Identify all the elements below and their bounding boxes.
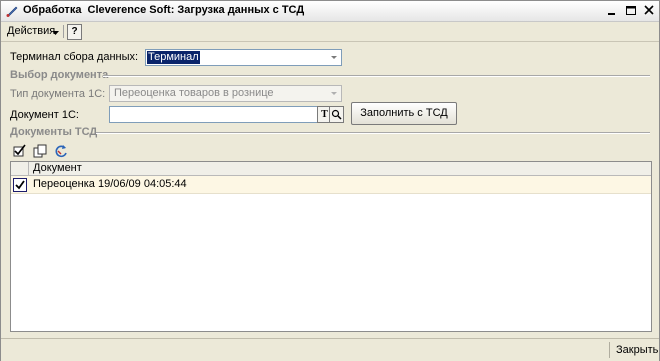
doc-select-section-title: Выбор документа [10,69,109,81]
doc-type-label: Тип документа 1С: [10,88,106,100]
close-icon[interactable] [642,4,656,17]
row-checkbox[interactable] [13,178,27,192]
row-document: Переоценка 19/06/09 04:05:44 [33,178,187,190]
menu-bar: Действия ? [1,22,659,42]
table-row[interactable]: Переоценка 19/06/09 04:05:44 [11,176,651,194]
close-button[interactable]: Закрыть [616,343,658,357]
column-header-document[interactable]: Документ [33,162,82,175]
search-icon[interactable] [329,106,344,123]
actions-menu[interactable]: Действия [5,24,57,39]
terminal-combo[interactable]: Терминал [145,49,342,66]
table-header: Документ [11,162,651,176]
section-divider [96,132,650,134]
doc-1c-label: Документ 1С: [10,109,79,121]
status-bar: Закрыть [1,338,659,361]
doc-type-value: Переоценка товаров в рознице [114,87,274,99]
app-icon [5,4,19,18]
dropdown-arrow-icon[interactable] [327,86,341,101]
check-all-icon[interactable] [13,144,27,158]
table-header-corner [11,162,29,175]
section-divider [103,75,650,77]
main-window: Обработка Cleverence Soft: Загрузка данн… [0,0,660,361]
refresh-icon[interactable] [54,144,68,158]
fill-from-tsd-button[interactable]: Заполнить с ТСД [351,102,457,125]
help-button[interactable]: ? [67,24,82,40]
tsd-docs-table[interactable]: Документ Переоценка 19/06/09 04:05:44 [10,161,652,332]
tsd-docs-section-title: Документы ТСД [10,126,98,138]
doc-1c-input[interactable] [109,106,319,123]
terminal-value: Терминал [147,51,200,64]
chevron-down-icon[interactable] [52,27,59,39]
minimize-icon[interactable] [605,4,619,17]
window-title: Обработка Cleverence Soft: Загрузка данн… [23,4,305,16]
status-separator [609,342,610,358]
maximize-icon[interactable] [624,4,638,17]
menu-separator [63,25,64,38]
dropdown-arrow-icon[interactable] [327,50,341,65]
terminal-label: Терминал сбора данных: [10,51,139,63]
title-bar[interactable]: Обработка Cleverence Soft: Загрузка данн… [1,1,659,22]
copy-icon[interactable] [33,144,47,158]
doc-type-combo[interactable]: Переоценка товаров в рознице [109,85,342,102]
